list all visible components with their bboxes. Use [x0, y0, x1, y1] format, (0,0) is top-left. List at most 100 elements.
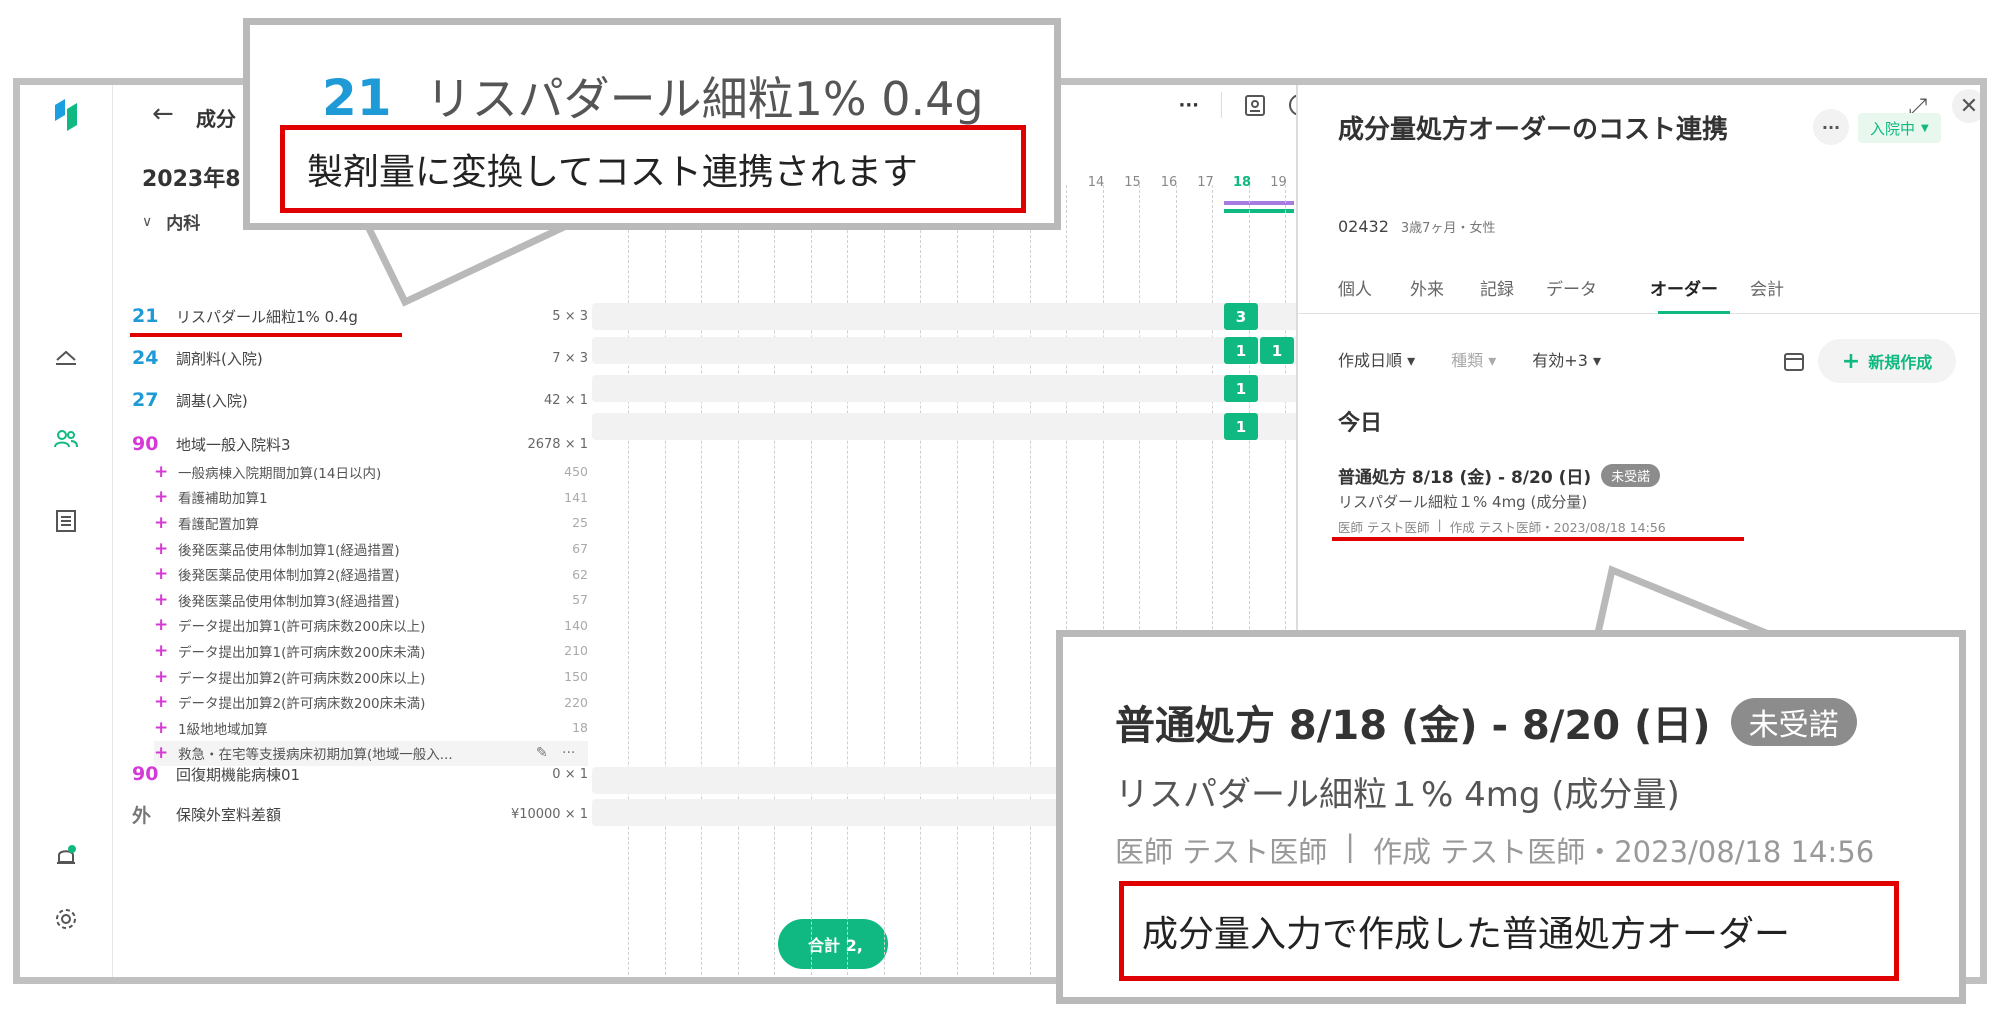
sub-item[interactable]: + 後発医薬品使用体制加算1(経過措置) 67	[154, 536, 588, 562]
list-row[interactable]: 27 調基(入院) 42 × 1	[132, 383, 588, 417]
row-count: 2678 × 1	[527, 436, 588, 452]
sub-item-value: 210	[564, 643, 588, 659]
tab-1[interactable]: 外来	[1410, 275, 1444, 300]
row-name: 調剤料(入院)	[176, 349, 263, 368]
bed-icon[interactable]	[48, 339, 84, 375]
callout-top-note: 製剤量に変換してコスト連携されます	[307, 152, 918, 193]
callout-bottom-note-box: 成分量入力で作成した普通処方オーダー	[1119, 881, 1899, 981]
plus-icon: +	[154, 640, 169, 661]
plus-icon: +	[1841, 348, 1861, 374]
total-button[interactable]: 合計 2,	[778, 919, 888, 969]
sub-item[interactable]: + 後発医薬品使用体制加算2(経過措置) 62	[154, 561, 588, 587]
panel-title: 成分量処方オーダーのコスト連携	[1338, 115, 1729, 145]
callout-top-code: 21	[322, 69, 392, 127]
list-row[interactable]: 24 調剤料(入院) 7 × 3	[132, 341, 588, 375]
sub-item[interactable]: + データ提出加算2(許可病床数200床以上) 150	[154, 664, 588, 690]
tab-0[interactable]: 個人	[1338, 275, 1372, 300]
order-meta: 医師 テスト医師 | 作成 テスト医師・2023/08/18 14:56	[1338, 517, 1666, 535]
list-row[interactable]: 90 回復期機能病棟01 0 × 1	[132, 757, 588, 791]
sub-item[interactable]: + データ提出加算2(許可病床数200床未満) 220	[154, 689, 588, 715]
tab-3[interactable]: データ	[1546, 275, 1597, 300]
quantity-chip[interactable]: 1	[1260, 337, 1294, 364]
quantity-chip[interactable]: 3	[1224, 303, 1258, 330]
valid-filter[interactable]: 有効+3 ▾	[1532, 347, 1601, 371]
sub-item-value: 220	[564, 694, 588, 710]
sub-item[interactable]: + 看護配置加算 25	[154, 510, 588, 536]
sort-filter[interactable]: 作成日順 ▾	[1338, 347, 1415, 371]
back-icon[interactable]: ←	[152, 99, 174, 129]
plus-icon: +	[154, 487, 169, 508]
patient-card-icon[interactable]	[1244, 93, 1266, 117]
plus-icon: +	[154, 461, 169, 482]
sub-item[interactable]: + データ提出加算1(許可病床数200床未満) 210	[154, 638, 588, 664]
quantity-chip[interactable]: 1	[1224, 337, 1258, 364]
plus-icon: +	[154, 615, 169, 636]
row-name: 保険外室料差額	[176, 805, 282, 824]
new-order-button[interactable]: + 新規作成	[1818, 339, 1956, 383]
close-icon[interactable]: ✕	[1952, 89, 1980, 123]
sub-item-value: 141	[564, 489, 588, 505]
sub-item-name: 後発医薬品使用体制加算3(経過措置)	[178, 593, 400, 610]
plus-icon: +	[154, 564, 169, 585]
callout-bottom-title: 普通処方 8/18 (金) - 8/20 (日)	[1115, 703, 1711, 749]
sub-item[interactable]: +1級地地域加算 18	[154, 715, 588, 741]
group-toggle[interactable]: ∨ 内科	[142, 209, 201, 235]
section-heading: 今日	[1338, 411, 1383, 436]
row-count: ¥10000 × 1	[510, 806, 588, 822]
day-label: 18	[1232, 175, 1252, 190]
sub-item-value: 140	[564, 617, 588, 633]
sub-item-name: データ提出加算1(許可病床数200床未満)	[178, 644, 426, 661]
sub-item-value: 67	[572, 541, 588, 557]
callout-top: 21 リスパダール細粒1% 0.4g 製剤量に変換してコスト連携されます	[243, 18, 1061, 230]
sub-item[interactable]: + 後発医薬品使用体制加算3(経過措置) 57	[154, 587, 588, 613]
status-dropdown[interactable]: 入院中 ▼	[1858, 113, 1941, 143]
order-card[interactable]: 普通処方 8/18 (金) - 8/20 (日) 未受諾	[1338, 463, 1661, 488]
type-filter[interactable]: 種類 ▾	[1451, 347, 1496, 371]
row-code: 90	[132, 433, 159, 455]
quantity-chip[interactable]: 1	[1224, 375, 1258, 402]
tab-2[interactable]: 記録	[1480, 275, 1514, 300]
row-code: 90	[132, 763, 159, 785]
callout-bottom-meta: 医師 テスト医師 | 作成 テスト医師・2023/08/18 14:56	[1115, 829, 1875, 869]
tab-4[interactable]: オーダー	[1650, 275, 1718, 300]
panel-more-button[interactable]: ···	[1813, 109, 1849, 145]
sub-item[interactable]: + 一般病棟入院期間加算(14日以内) 450	[154, 459, 588, 485]
timeline-bar	[592, 375, 1312, 402]
sub-item-value: 450	[564, 464, 588, 480]
list-icon[interactable]	[48, 503, 84, 539]
gear-icon[interactable]	[48, 901, 84, 937]
users-icon[interactable]	[48, 421, 84, 457]
sub-item[interactable]: + データ提出加算1(許可病床数200床以上) 140	[154, 613, 588, 639]
list-row[interactable]: 90 地域一般入院料3 2678 × 1	[132, 427, 588, 461]
calendar-icon[interactable]	[1782, 349, 1806, 373]
period-bar-green	[1224, 209, 1294, 213]
status-label: 入院中	[1870, 119, 1916, 138]
tab-5[interactable]: 会計	[1750, 275, 1784, 300]
bell-icon[interactable]	[48, 839, 84, 875]
plus-icon: +	[154, 717, 169, 738]
timeline-toolbar: ···	[1112, 85, 1312, 125]
active-tab-indicator	[1658, 311, 1730, 314]
day-label: 15	[1124, 175, 1141, 190]
callout-bottom-created: 作成 テスト医師・2023/08/18 14:56	[1373, 835, 1875, 869]
sub-item-name: 一般病棟入院期間加算(14日以内)	[178, 465, 382, 482]
callout-bottom-drug: リスパダール細粒１% 4mg (成分量)	[1115, 775, 1680, 815]
row-code: 外	[132, 804, 152, 827]
group-label: 内科	[166, 214, 201, 234]
more-button[interactable]: ···	[1178, 95, 1199, 116]
sub-item-name: データ提出加算1(許可病床数200床以上)	[178, 619, 426, 636]
sub-item-value: 62	[572, 566, 588, 582]
logo-icon[interactable]	[48, 97, 84, 133]
list-row[interactable]: 外 保険外室料差額 ¥10000 × 1	[132, 797, 588, 831]
patient-id: 02432	[1338, 217, 1389, 236]
sub-item[interactable]: + 看護補助加算1 141	[154, 485, 588, 511]
row-count: 7 × 3	[552, 350, 588, 366]
plus-icon: +	[154, 692, 169, 713]
row-name: 地域一般入院料3	[176, 435, 291, 454]
caret-down-icon: ▼	[1921, 122, 1929, 134]
day-label: 16	[1160, 175, 1178, 190]
callout-top-name: リスパダール細粒1% 0.4g	[425, 72, 984, 126]
plus-icon: +	[154, 666, 169, 687]
day-label: 14	[1087, 175, 1105, 190]
quantity-chip[interactable]: 1	[1224, 413, 1258, 440]
